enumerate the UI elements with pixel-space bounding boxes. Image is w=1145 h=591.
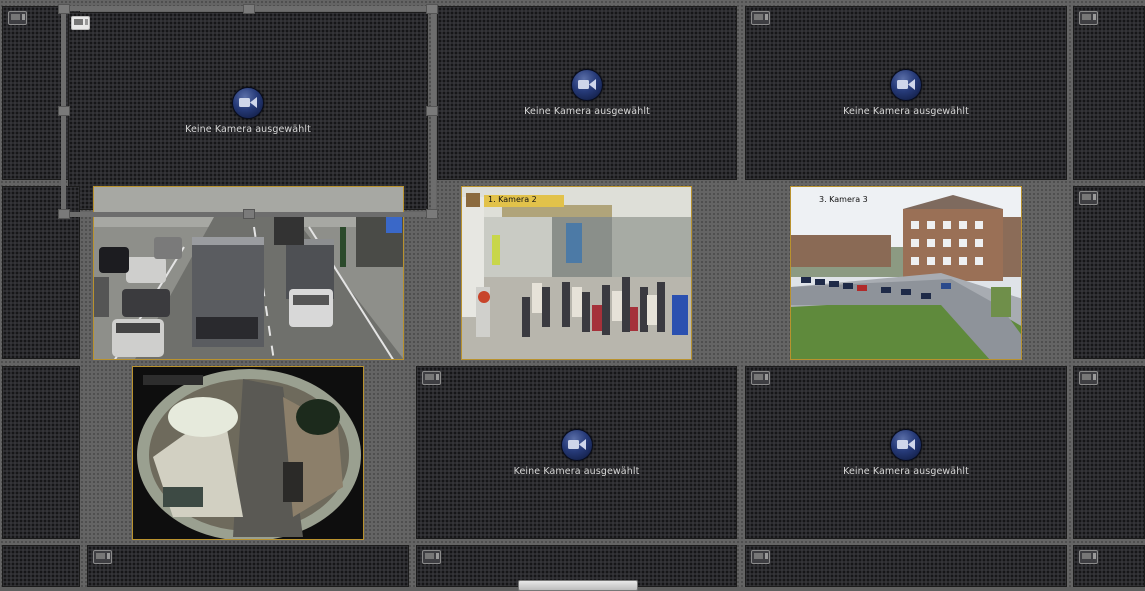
monitor-icon	[1079, 11, 1098, 25]
monitor-icon	[71, 16, 90, 30]
monitor-icon	[751, 550, 770, 564]
resize-handle-right[interactable]	[426, 106, 438, 116]
camera-pane[interactable]	[1073, 186, 1145, 359]
camera-pane[interactable]	[2, 545, 80, 587]
airport-image	[462, 187, 691, 359]
no-camera-label: Keine Kamera ausgewählt	[843, 465, 969, 477]
monitor-icon	[751, 371, 770, 385]
no-camera-label: Keine Kamera ausgewählt	[513, 465, 640, 477]
empty-pane-placeholder: Keine Kamera ausgewählt	[438, 69, 736, 117]
pane-selection-frame[interactable]	[61, 6, 436, 217]
no-camera-label: Keine Kamera ausgewählt	[524, 106, 650, 117]
camera-pane[interactable]	[1073, 6, 1145, 180]
resize-handle-top[interactable]	[243, 4, 255, 14]
empty-pane-placeholder: Keine Kamera ausgewählt	[746, 69, 1066, 117]
monitor-icon	[93, 550, 112, 564]
monitor-icon	[1079, 371, 1098, 385]
resize-handle-bottom[interactable]	[243, 209, 255, 219]
monitor-icon	[751, 11, 770, 25]
building-image	[791, 187, 1021, 359]
monitor-icon	[1079, 550, 1098, 564]
camera-grid: Keine Kamera ausgewählt Keine Kamera aus…	[0, 0, 1145, 591]
bottom-panel-tab[interactable]	[518, 580, 638, 591]
camera-feed-building[interactable]: 3. Kamera 3	[790, 186, 1022, 360]
monitor-icon	[1079, 191, 1098, 205]
camera-feed-fisheye[interactable]	[132, 366, 364, 540]
resize-handle-left[interactable]	[58, 106, 70, 116]
camera-pane[interactable]	[2, 366, 80, 539]
camera-pane[interactable]	[745, 545, 1067, 587]
camera-pane[interactable]	[87, 545, 409, 587]
empty-pane-placeholder: Keine Kamera ausgewählt	[746, 428, 1066, 477]
resize-handle-top-left[interactable]	[58, 4, 70, 14]
camera-name-label: 1. Kamera 2	[488, 195, 537, 204]
resize-handle-top-right[interactable]	[426, 4, 438, 14]
camera-pane[interactable]	[1073, 545, 1145, 587]
resize-handle-bottom-right[interactable]	[426, 209, 438, 219]
empty-pane-placeholder: Keine Kamera ausgewählt	[417, 428, 736, 477]
camera-pane[interactable]: Keine Kamera ausgewählt	[437, 6, 737, 180]
resize-handle-bottom-left[interactable]	[58, 209, 70, 219]
camera-pane[interactable]: Keine Kamera ausgewählt	[416, 366, 737, 539]
camera-feed-airport[interactable]: 1. Kamera 2	[461, 186, 692, 360]
monitor-icon	[8, 11, 27, 25]
no-camera-label: Keine Kamera ausgewählt	[843, 106, 969, 117]
camera-pane[interactable]	[1073, 366, 1145, 539]
video-camera-icon[interactable]	[571, 69, 603, 101]
monitor-icon	[422, 550, 441, 564]
video-camera-icon[interactable]	[890, 428, 922, 461]
video-camera-icon[interactable]	[890, 69, 922, 101]
camera-pane[interactable]: Keine Kamera ausgewählt	[745, 6, 1067, 180]
monitor-icon	[422, 371, 441, 385]
camera-name-label: 3. Kamera 3	[819, 195, 868, 204]
fisheye-image	[133, 367, 363, 539]
camera-pane[interactable]: Keine Kamera ausgewählt	[745, 366, 1067, 539]
video-camera-icon[interactable]	[560, 428, 593, 461]
